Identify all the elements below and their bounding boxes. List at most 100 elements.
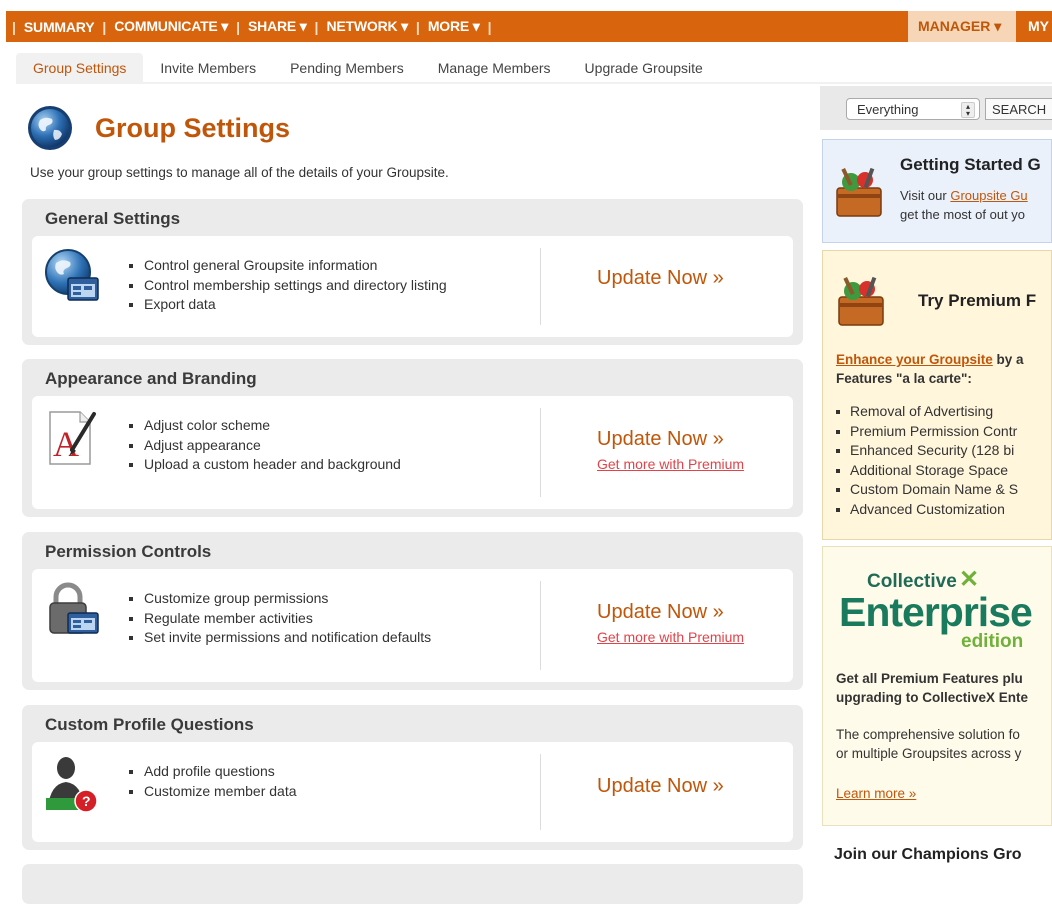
page-header: Group Settings [26, 104, 290, 152]
list-item: Add profile questions [126, 762, 297, 782]
list-item: Adjust color scheme [126, 416, 401, 436]
section-body: ? Add profile questions Customize member… [32, 742, 793, 842]
nav-my[interactable]: MY [1016, 11, 1052, 42]
enterprise-text-line1: The comprehensive solution fo [836, 727, 1020, 742]
tab-upgrade-groupsite[interactable]: Upgrade Groupsite [568, 53, 720, 83]
nav-separator: | [102, 18, 107, 35]
list-item: Adjust appearance [126, 436, 401, 456]
nav-separator: | [487, 18, 492, 35]
tab-invite-members[interactable]: Invite Members [143, 53, 273, 83]
try-premium-box: Try Premium F Enhance your Groupsite by … [822, 250, 1052, 540]
nav-network[interactable]: NETWORK ▾ [324, 18, 409, 35]
list-item: Additional Storage Space [823, 461, 1018, 481]
page-title: Group Settings [95, 112, 290, 143]
enterprise-bold-line2: upgrading to CollectiveX Ente [836, 690, 1029, 705]
top-nav-right: MANAGER ▾ MY [908, 11, 1052, 42]
update-now-link[interactable]: Update Now » [597, 428, 724, 451]
premium-link[interactable]: Get more with Premium [597, 629, 744, 645]
divider [540, 248, 541, 325]
user-question-icon: ? [46, 757, 98, 813]
paint-document-icon: A [49, 411, 96, 465]
champions-heading: Join our Champions Gro [834, 846, 1022, 863]
list-item: Custom Domain Name & S [823, 480, 1018, 500]
groupsite-guide-link[interactable]: Groupsite Gu [950, 188, 1027, 203]
section-title: General Settings [45, 209, 181, 228]
getting-started-box: Getting Started G Visit our Groupsite Gu… [822, 139, 1052, 243]
tabs-underline [16, 82, 1052, 84]
update-now-link[interactable]: Update Now » [597, 775, 724, 798]
list-item: Enhanced Security (128 bi [823, 441, 1018, 461]
section-appearance-branding: Appearance and Branding A Adjust color s… [22, 359, 803, 517]
list-item: Regulate member activities [126, 609, 431, 629]
nav-separator: | [415, 18, 420, 35]
divider [540, 581, 541, 670]
list-item: Export data [126, 295, 447, 315]
list-item: Removal of Advertising [823, 402, 1018, 422]
nav-communicate[interactable]: COMMUNICATE ▾ [112, 18, 230, 35]
nav-separator: | [236, 18, 241, 35]
nav-separator: | [12, 18, 16, 35]
section-title: Permission Controls [45, 542, 212, 561]
list-item: Customize member data [126, 782, 297, 802]
getting-started-text: Visit our [900, 188, 951, 203]
premium-intro-text: by a [992, 352, 1024, 367]
premium-intro-line1: Enhance your Groupsite by a [836, 352, 1024, 367]
lock-icon [49, 582, 99, 634]
nav-share[interactable]: SHARE ▾ [246, 18, 309, 35]
section-title: Custom Profile Questions [45, 715, 254, 734]
top-nav-bar: | SUMMARY | COMMUNICATE ▾ | SHARE ▾ | NE… [6, 11, 1052, 42]
tab-pending-members[interactable]: Pending Members [273, 53, 421, 83]
section-title: Appearance and Branding [45, 369, 257, 388]
select-arrows-icon: ▴ ▾ [961, 102, 975, 118]
enterprise-logo-sub: edition [961, 631, 1024, 652]
nav-manager[interactable]: MANAGER ▾ [908, 11, 1016, 42]
feature-list: Adjust color scheme Adjust appearance Up… [126, 416, 401, 475]
enterprise-box: Collective ✕ Enterprise edition Get all … [822, 546, 1052, 826]
page-intro: Use your group settings to manage all of… [30, 165, 449, 180]
tab-group-settings[interactable]: Group Settings [16, 53, 144, 83]
settings-tabs: Group Settings Invite Members Pending Me… [16, 53, 720, 83]
section-body: A Adjust color scheme Adjust appearance … [32, 396, 793, 509]
search-button[interactable]: SEARCH [985, 98, 1052, 120]
enhance-groupsite-link[interactable]: Enhance your Groupsite [836, 352, 993, 367]
list-item: Premium Permission Contr [823, 422, 1018, 442]
list-item: Advanced Customization [823, 500, 1018, 520]
feature-list: Customize group permissions Regulate mem… [126, 589, 431, 648]
list-item: Control membership settings and director… [126, 276, 447, 296]
search-panel: Everything ▴ ▾ SEARCH [820, 86, 1052, 130]
update-now-link[interactable]: Update Now » [597, 267, 724, 290]
list-item: Control general Groupsite information [126, 256, 447, 276]
nav-summary[interactable]: SUMMARY [22, 19, 96, 35]
nav-separator: | [314, 18, 319, 35]
toolbox-icon [836, 167, 882, 217]
section-body: Control general Groupsite information Co… [32, 236, 793, 337]
globe-icon [28, 106, 72, 150]
svg-text:?: ? [82, 793, 91, 809]
premium-link[interactable]: Get more with Premium [597, 456, 744, 472]
search-scope-select[interactable]: Everything ▴ ▾ [846, 98, 980, 120]
top-nav-items: | SUMMARY | COMMUNICATE ▾ | SHARE ▾ | NE… [6, 11, 497, 42]
getting-started-line2: get the most of out yo [900, 207, 1026, 222]
feature-list: Add profile questions Customize member d… [126, 762, 297, 801]
section-partial [22, 864, 803, 904]
globe-settings-icon [45, 249, 99, 301]
search-scope-value: Everything [857, 102, 919, 117]
list-item: Set invite permissions and notification … [126, 628, 431, 648]
section-custom-profile-questions: Custom Profile Questions ? Add profile q… [22, 705, 803, 850]
section-general-settings: General Settings Control general Groupsi… [22, 199, 803, 345]
tab-manage-members[interactable]: Manage Members [421, 53, 568, 83]
list-item: Customize group permissions [126, 589, 431, 609]
enterprise-logo-main: Enterprise [839, 589, 1033, 635]
nav-more[interactable]: MORE ▾ [426, 18, 482, 35]
section-body: Customize group permissions Regulate mem… [32, 569, 793, 682]
update-now-link[interactable]: Update Now » [597, 601, 724, 624]
enterprise-text-line2: or multiple Groupsites across y [836, 746, 1022, 761]
divider [540, 408, 541, 497]
feature-list: Control general Groupsite information Co… [126, 256, 447, 315]
premium-feature-list: Removal of Advertising Premium Permissio… [823, 402, 1018, 519]
section-permission-controls: Permission Controls Customize group perm… [22, 532, 803, 690]
try-premium-title: Try Premium F [918, 291, 1037, 310]
getting-started-line1: Visit our Groupsite Gu [900, 188, 1028, 203]
premium-intro-line2: Features "a la carte": [836, 371, 972, 386]
learn-more-link[interactable]: Learn more » [836, 786, 916, 801]
